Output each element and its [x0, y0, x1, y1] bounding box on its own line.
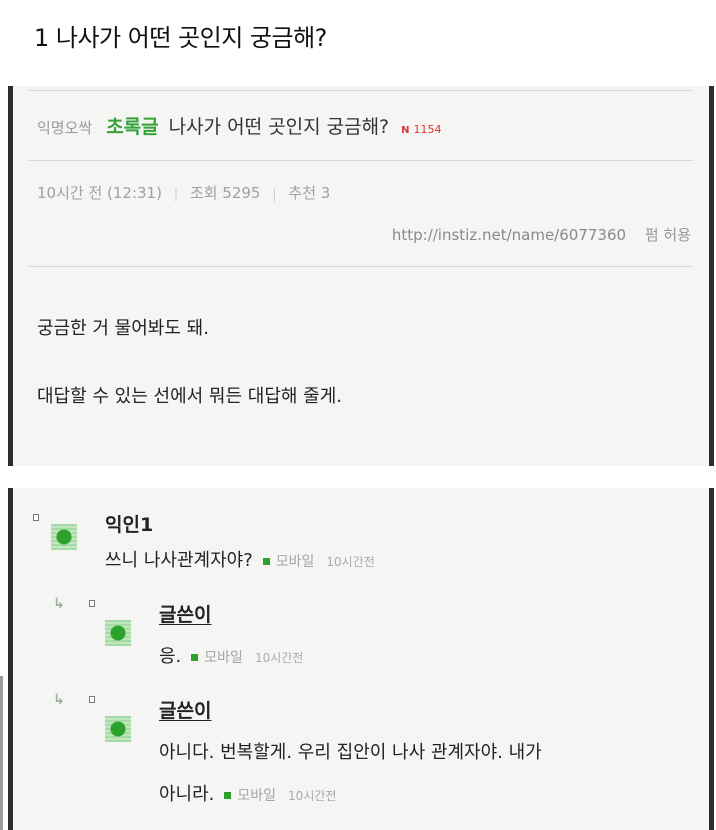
post-meta: 10시간 전 (12:31) | 조회 5295 | 추천 3 [37, 182, 330, 203]
comment-meta: 모바일 10시간전 [224, 785, 336, 805]
reply-arrow-icon: ↳ [53, 596, 65, 612]
device-label: 모바일 [204, 650, 243, 666]
permission-label: 펌 허용 [644, 226, 691, 244]
comment-count: 1154 [413, 123, 442, 136]
mobile-square-icon [262, 557, 270, 565]
comment-list: 익인1 쓰니 나사관계자야? 모바일 10시간전 ↳ 글쓴이 응. 모바일 10시간전 … [8, 488, 714, 830]
comment-time: 10시간전 [254, 650, 304, 665]
post-time: 10시간 전 (12:31) [37, 184, 162, 202]
post-body-line: 대답할 수 있는 선에서 뭐든 대답해 줄게. [37, 386, 343, 407]
comment-meta: 모바일 10시간전 [191, 647, 303, 667]
post-author[interactable]: 익명오싹 [37, 117, 92, 138]
comment-body: 쓰니 나사관계자야? [105, 550, 253, 571]
comment-marker-icon [89, 600, 95, 607]
divider [29, 90, 693, 91]
post-body-line: 궁금한 거 물어봐도 돼. [37, 318, 209, 339]
comment-text-line: 아니다. 번복할게. 우리 집안이 나사 관계자야. 내가 [159, 742, 542, 763]
reply-arrow-icon: ↳ [53, 692, 65, 708]
window-edge [0, 676, 3, 830]
mobile-square-icon [224, 791, 232, 799]
comment-author[interactable]: 익인1 [105, 510, 153, 537]
separator: | [272, 187, 277, 202]
post-card: 익명오싹 초록글 나사가 어떤 곳인지 궁금해? N 1154 10시간 전 (… [8, 86, 714, 466]
divider [29, 160, 693, 161]
comment-meta: 모바일 10시간전 [262, 551, 375, 571]
device-label: 모바일 [275, 554, 315, 570]
new-badge-icon: N [401, 125, 410, 136]
like-count: 추천 3 [288, 184, 331, 202]
anonymous-avatar-icon [105, 620, 131, 646]
separator: | [173, 187, 179, 202]
post-url-row: http://instiz.net/name/6077360 펌 허용 [392, 224, 691, 245]
comment-text: 쓰니 나사관계자야? 모바일 10시간전 [105, 546, 375, 572]
post-header: 익명오싹 초록글 나사가 어떤 곳인지 궁금해? N 1154 [37, 112, 442, 139]
anonymous-avatar-icon [51, 524, 77, 550]
comment-body: 아니라. [159, 784, 215, 805]
category-tag[interactable]: 초록글 [106, 112, 158, 139]
comment-text: 아니라. 모바일 10시간전 [159, 780, 336, 806]
comment-marker-icon [89, 696, 95, 703]
comment-time: 10시간전 [326, 554, 375, 569]
comment-text: 응. 모바일 10시간전 [159, 642, 303, 668]
view-count: 조회 5295 [189, 184, 261, 202]
page-title: 1 나사가 어떤 곳인지 궁금해? [34, 24, 327, 52]
post-url-link[interactable]: http://instiz.net/name/6077360 [392, 226, 626, 244]
post-subject: 나사가 어떤 곳인지 궁금해? [168, 116, 390, 138]
anonymous-avatar-icon [105, 716, 131, 742]
divider [29, 266, 693, 267]
comment-author[interactable]: 글쓴이 [159, 600, 211, 627]
comment-body: 응. [159, 646, 182, 667]
device-label: 모바일 [237, 788, 277, 804]
comment-marker-icon [33, 514, 39, 521]
comment-time: 10시간전 [288, 788, 337, 803]
mobile-square-icon [191, 653, 199, 661]
comment-author[interactable]: 글쓴이 [159, 696, 211, 723]
